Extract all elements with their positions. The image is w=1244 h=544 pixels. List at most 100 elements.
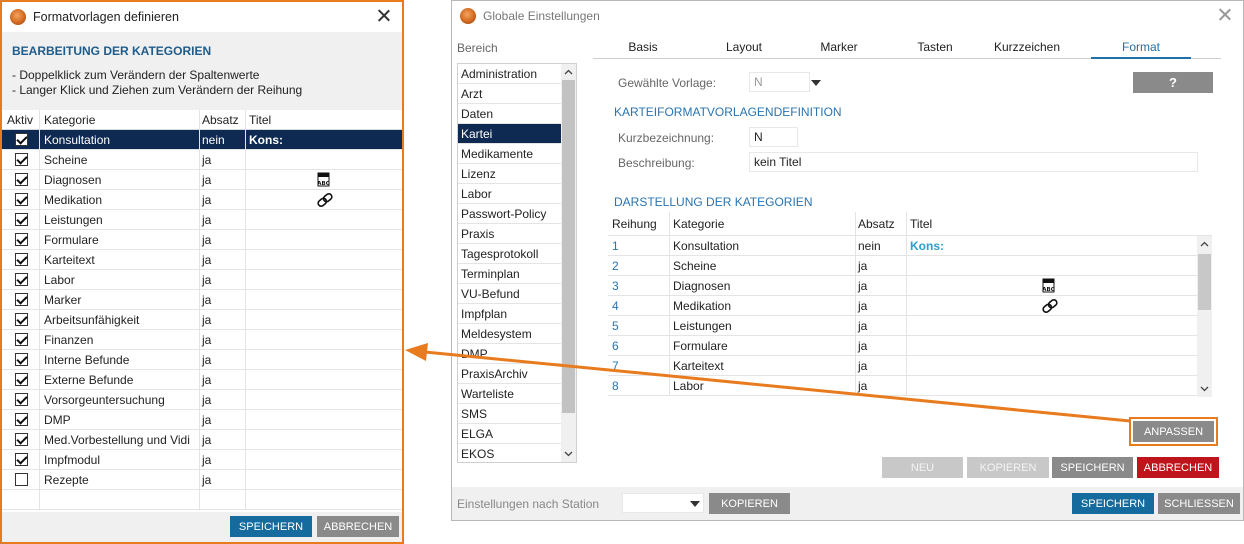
column-header-kategorie[interactable]: Kategorie (44, 110, 199, 130)
titel-cell[interactable] (245, 310, 402, 330)
sidebar-item[interactable]: Administration (458, 64, 562, 84)
table-row[interactable]: Marker ja (2, 290, 402, 310)
titel-cell[interactable] (245, 450, 402, 470)
table-row[interactable]: 8 Labor ja (608, 376, 1212, 396)
tab-item[interactable]: Tasten (885, 37, 985, 59)
table-row[interactable]: Karteitext ja (2, 250, 402, 270)
kategorie-cell[interactable]: Vorsorgeuntersuchung (44, 390, 199, 410)
close-icon[interactable] (1215, 5, 1235, 25)
active-checkbox[interactable] (15, 273, 28, 286)
table-row[interactable]: 5 Leistungen ja (608, 316, 1212, 336)
sidebar-item[interactable]: Praxis (458, 224, 562, 244)
sidebar-item[interactable]: DMP (458, 344, 562, 364)
sidebar-item[interactable]: Passwort-Policy (458, 204, 562, 224)
column-header-absatz[interactable]: Absatz (199, 110, 245, 130)
sidebar-item[interactable]: ELGA (458, 424, 562, 444)
sidebar-item[interactable]: Labor (458, 184, 562, 204)
titel-cell[interactable] (245, 290, 402, 310)
table-row[interactable]: Externe Befunde ja (2, 370, 402, 390)
titel-cell[interactable] (245, 350, 402, 370)
table-row[interactable]: Diagnosen ja ABC (2, 170, 402, 190)
sidebar-item[interactable]: Lizenz (458, 164, 562, 184)
save-settings-button[interactable]: SPEICHERN (1072, 493, 1154, 514)
beschreibung-input[interactable]: kein Titel (749, 152, 1198, 172)
absatz-cell[interactable]: ja (199, 230, 245, 250)
kategorie-cell[interactable]: Karteitext (669, 356, 855, 376)
table-row[interactable]: 7 Karteitext ja (608, 356, 1212, 376)
sidebar-item[interactable]: Medikamente (458, 144, 562, 164)
sidebar-scrollbar[interactable] (561, 64, 576, 462)
absatz-cell[interactable]: nein (199, 130, 245, 150)
active-checkbox[interactable] (15, 473, 28, 486)
scroll-down-icon[interactable] (561, 447, 576, 461)
table-row[interactable]: Finanzen ja (2, 330, 402, 350)
absatz-cell[interactable]: ja (855, 336, 906, 356)
titel-cell[interactable] (245, 250, 402, 270)
tab-item[interactable]: Format (1091, 37, 1191, 59)
reihung-cell[interactable]: 5 (608, 316, 669, 336)
active-checkbox[interactable] (15, 153, 28, 166)
sidebar-item[interactable]: EKOS (458, 444, 562, 462)
table-row[interactable]: Impfmodul ja (2, 450, 402, 470)
titel-cell[interactable] (906, 316, 1196, 336)
titel-cell[interactable] (245, 330, 402, 350)
titel-cell[interactable] (906, 356, 1196, 376)
reihung-cell[interactable]: 6 (608, 336, 669, 356)
table-row[interactable]: Interne Befunde ja (2, 350, 402, 370)
titel-cell[interactable] (906, 296, 1196, 316)
help-button[interactable]: ? (1133, 72, 1213, 93)
column-header-reihung[interactable]: Reihung (608, 212, 669, 236)
reihung-cell[interactable]: 8 (608, 376, 669, 396)
station-select[interactable] (622, 493, 704, 513)
reihung-cell[interactable]: 7 (608, 356, 669, 376)
titel-cell[interactable] (906, 376, 1196, 396)
absatz-cell[interactable]: ja (199, 150, 245, 170)
kategorie-cell[interactable]: Leistungen (669, 316, 855, 336)
absatz-cell[interactable]: ja (199, 450, 245, 470)
reihung-cell[interactable]: 3 (608, 276, 669, 296)
table-row[interactable]: Scheine ja (2, 150, 402, 170)
table-row[interactable]: 2 Scheine ja (608, 256, 1212, 276)
titel-cell[interactable] (906, 256, 1196, 276)
cancel-button[interactable]: ABBRECHEN (1137, 457, 1219, 478)
column-header-titel[interactable]: Titel (906, 212, 1196, 236)
absatz-cell[interactable]: ja (199, 430, 245, 450)
table-row[interactable]: Leistungen ja (2, 210, 402, 230)
active-checkbox[interactable] (15, 393, 28, 406)
kategorie-cell[interactable]: Konsultation (44, 130, 199, 150)
tab-item[interactable]: Basis (593, 37, 693, 59)
titel-cell[interactable] (245, 270, 402, 290)
table-row[interactable]: Medikation ja (2, 190, 402, 210)
close-settings-button[interactable]: SCHLIESSEN (1158, 493, 1240, 514)
kategorie-cell[interactable]: Formulare (44, 230, 199, 250)
absatz-cell[interactable]: ja (855, 276, 906, 296)
absatz-cell[interactable]: ja (199, 410, 245, 430)
kurz-input[interactable]: N (749, 127, 798, 147)
station-copy-button[interactable]: KOPIEREN (709, 493, 790, 514)
sidebar-item[interactable]: Warteliste (458, 384, 562, 404)
kategorie-cell[interactable]: Leistungen (44, 210, 199, 230)
kategorie-cell[interactable]: Impfmodul (44, 450, 199, 470)
copy-button[interactable]: KOPIEREN (967, 457, 1049, 478)
table-row[interactable]: Rezepte ja (2, 470, 402, 490)
titel-cell[interactable] (245, 430, 402, 450)
sidebar-scroll-thumb[interactable] (562, 80, 575, 413)
kategorie-cell[interactable]: Formulare (669, 336, 855, 356)
chevron-down-icon[interactable] (690, 501, 700, 507)
kategorie-cell[interactable]: Labor (44, 270, 199, 290)
scroll-up-icon[interactable] (561, 65, 576, 79)
titel-cell[interactable] (245, 150, 402, 170)
absatz-cell[interactable]: ja (855, 296, 906, 316)
tab-item[interactable]: Marker (789, 37, 889, 59)
titel-cell[interactable] (906, 336, 1196, 356)
sidebar-item[interactable]: VU-Befund (458, 284, 562, 304)
sidebar-item[interactable]: SMS (458, 404, 562, 424)
absatz-cell[interactable]: ja (855, 316, 906, 336)
vorlage-select[interactable]: N (749, 72, 821, 92)
kategorie-cell[interactable]: Medikation (44, 190, 199, 210)
chevron-down-icon[interactable] (811, 80, 821, 86)
sidebar-item[interactable]: Arzt (458, 84, 562, 104)
absatz-cell[interactable]: ja (199, 290, 245, 310)
kategorie-cell[interactable]: DMP (44, 410, 199, 430)
kategorie-cell[interactable]: Medikation (669, 296, 855, 316)
